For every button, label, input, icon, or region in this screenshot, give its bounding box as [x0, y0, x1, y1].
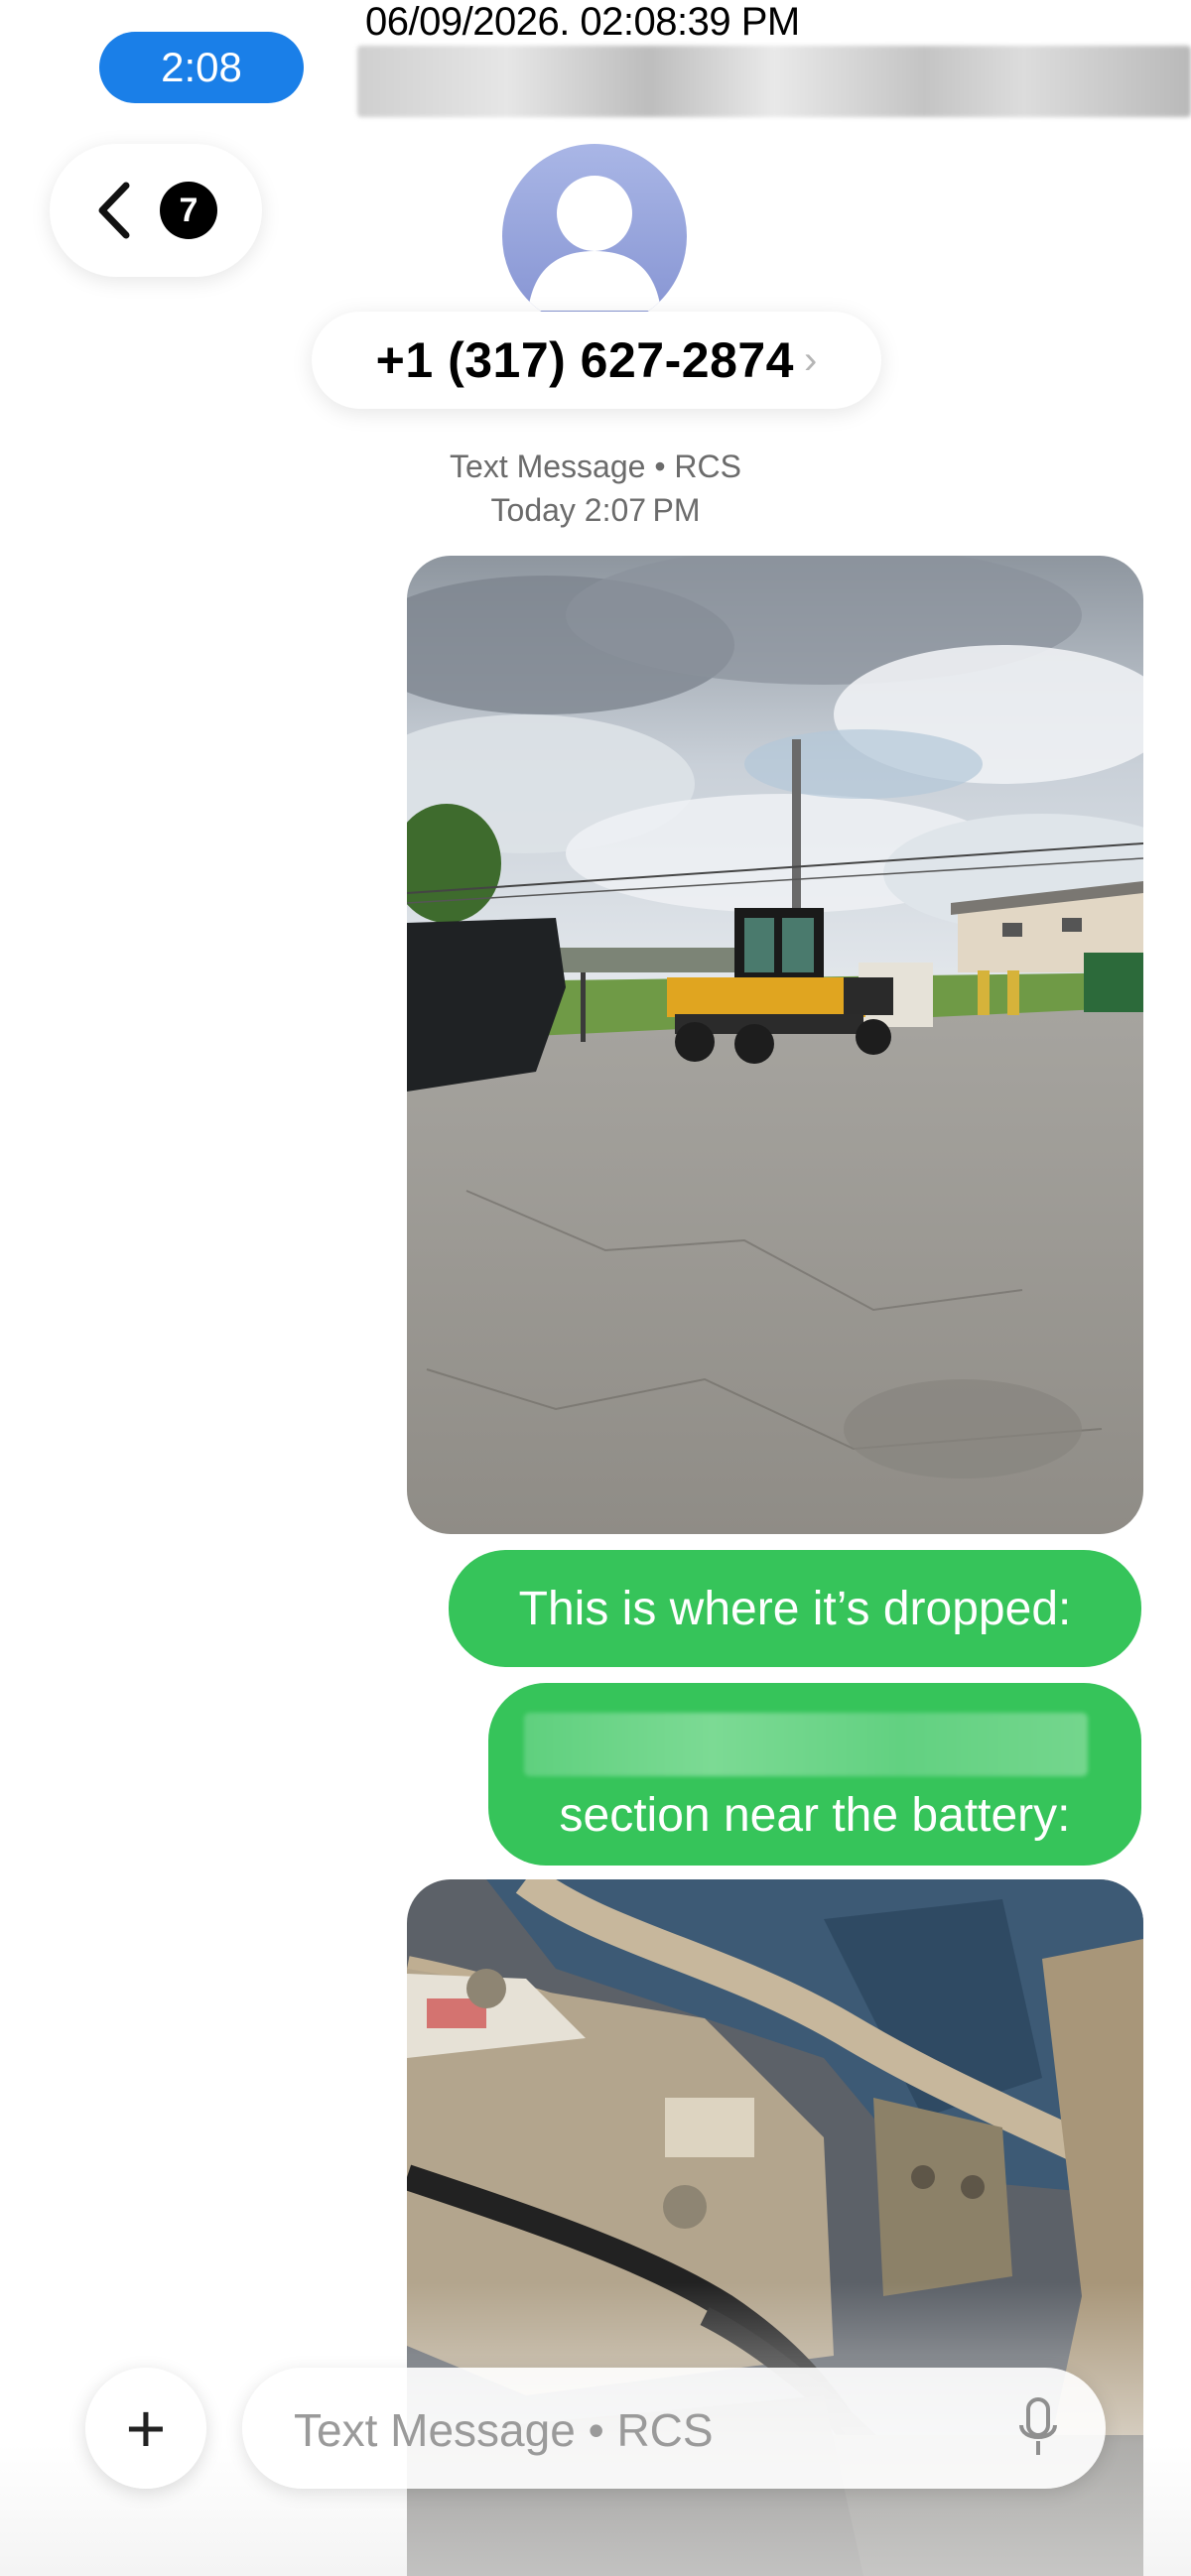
- screenshot-timestamp: 06/09/2026. 02:08:39 PM: [365, 0, 800, 44]
- conversation-service-label: Text Message • RCS: [450, 449, 741, 484]
- contact-avatar[interactable]: [502, 144, 687, 328]
- sent-message-bubble[interactable]: This is where it’s dropped:: [449, 1550, 1141, 1667]
- chevron-left-icon: [98, 182, 130, 239]
- contact-name-button[interactable]: +1 (317) 627-2874 ›: [312, 312, 881, 409]
- photo-image: [407, 556, 1143, 1534]
- person-silhouette-icon: [528, 176, 661, 311]
- message-text: This is where it’s dropped:: [518, 1582, 1072, 1635]
- message-input[interactable]: Text Message • RCS: [242, 2368, 1106, 2489]
- plus-icon: +: [125, 2389, 167, 2467]
- back-button[interactable]: 7: [50, 144, 262, 277]
- redacted-text: [524, 1713, 1088, 1776]
- contact-number: +1 (317) 627-2874: [375, 332, 794, 388]
- message-text: section near the battery:: [559, 1789, 1071, 1842]
- microphone-icon[interactable]: [1018, 2397, 1058, 2459]
- chevron-right-icon: ›: [804, 337, 818, 382]
- unread-count-badge: 7: [160, 182, 217, 239]
- status-time: 2:08: [99, 32, 304, 103]
- add-attachment-button[interactable]: +: [85, 2368, 206, 2489]
- message-input-placeholder: Text Message • RCS: [294, 2404, 714, 2456]
- sent-message-bubble[interactable]: section near the battery:: [488, 1683, 1141, 1866]
- message-photo-lot[interactable]: [407, 556, 1143, 1534]
- redacted-region: [357, 46, 1191, 117]
- conversation-timestamp: Today 2:07 PM: [490, 492, 701, 528]
